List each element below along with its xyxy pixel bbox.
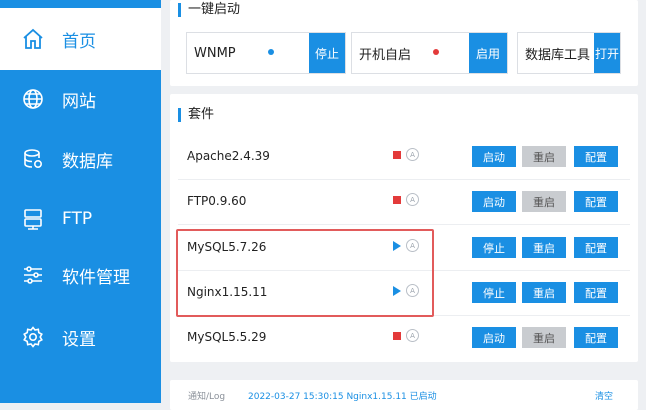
restart-button[interactable]: 重启: [522, 327, 566, 348]
restart-button[interactable]: 重启: [522, 237, 566, 258]
quick-item-autostart: 开机自启 启用: [351, 32, 508, 74]
service-name: FTP0.9.60: [187, 194, 247, 208]
log-label: 通知/Log: [188, 392, 226, 402]
start-button[interactable]: 启动: [472, 146, 516, 167]
autostart-icon[interactable]: A: [406, 148, 419, 161]
db-tool-open-button[interactable]: 打开: [594, 33, 620, 73]
sidebar-item-website[interactable]: 网站: [0, 68, 161, 130]
quick-item-db-tool: 数据库工具 打开: [517, 32, 621, 74]
server-icon: [20, 206, 46, 232]
table-row: FTP0.9.60 A 启动 重启 配置: [178, 180, 630, 225]
log-message: 2022-03-27 15:30:15 Nginx1.15.11 已启动: [248, 392, 437, 402]
restart-button[interactable]: 重启: [522, 191, 566, 212]
sidebar: 首页 网站 数据库 FTP 软件管理 设置: [0, 0, 161, 403]
clear-log-link[interactable]: 清空: [595, 389, 613, 402]
start-button[interactable]: 启动: [472, 191, 516, 212]
quick-item-label: 数据库工具: [525, 47, 591, 63]
status-stopped-icon: [393, 151, 401, 159]
database-icon: [20, 146, 46, 172]
config-button[interactable]: 配置: [574, 282, 618, 303]
sidebar-item-label: 设置: [62, 329, 96, 350]
restart-button[interactable]: 重启: [522, 146, 566, 167]
config-button[interactable]: 配置: [574, 237, 618, 258]
sidebar-item-label: 首页: [62, 31, 96, 52]
sidebar-item-ftp[interactable]: FTP: [0, 188, 161, 250]
sidebar-item-settings[interactable]: 设置: [0, 306, 161, 368]
quick-start-panel: 一键启动 WNMP 停止 开机自启 启用 数据库工具 打开: [170, 0, 638, 86]
status-stopped-icon: [393, 196, 401, 204]
quick-item-label: WNMP: [194, 45, 236, 61]
start-button[interactable]: 启动: [472, 327, 516, 348]
config-button[interactable]: 配置: [574, 146, 618, 167]
service-name: Apache2.4.39: [187, 149, 270, 163]
config-button[interactable]: 配置: [574, 327, 618, 348]
status-dot-stopped: [433, 49, 439, 55]
gear-icon: [20, 324, 46, 350]
service-name: MySQL5.5.29: [187, 330, 267, 344]
globe-icon: [20, 86, 46, 112]
stop-button[interactable]: 停止: [472, 237, 516, 258]
sidebar-item-label: 网站: [62, 91, 96, 112]
quick-item-wnmp: WNMP 停止: [186, 32, 346, 74]
wnmp-stop-button[interactable]: 停止: [309, 33, 345, 73]
sidebar-item-label: 数据库: [62, 151, 113, 172]
table-row: MySQL5.5.29 A 启动 重启 配置: [178, 316, 630, 360]
sidebar-item-database[interactable]: 数据库: [0, 128, 161, 190]
quick-item-label: 开机自启: [359, 47, 412, 63]
sidebar-item-label: 软件管理: [62, 267, 130, 288]
home-icon: [20, 26, 46, 52]
autostart-enable-button[interactable]: 启用: [469, 33, 507, 73]
section-title-suite: 套件: [178, 108, 214, 122]
section-title-quick-start: 一键启动: [178, 3, 240, 17]
sidebar-item-home[interactable]: 首页: [0, 8, 161, 70]
autostart-icon[interactable]: A: [406, 329, 419, 342]
status-stopped-icon: [393, 332, 401, 340]
sidebar-item-label: FTP: [62, 209, 93, 229]
sidebar-item-software[interactable]: 软件管理: [0, 244, 161, 306]
autostart-icon[interactable]: A: [406, 193, 419, 206]
highlight-box: [176, 229, 434, 317]
table-row: Apache2.4.39 A 启动 重启 配置: [178, 135, 630, 180]
status-dot-running: [268, 49, 274, 55]
restart-button[interactable]: 重启: [522, 282, 566, 303]
log-panel: 通知/Log 2022-03-27 15:30:15 Nginx1.15.11 …: [170, 380, 638, 410]
config-button[interactable]: 配置: [574, 191, 618, 212]
stop-button[interactable]: 停止: [472, 282, 516, 303]
sliders-icon: [20, 262, 46, 288]
